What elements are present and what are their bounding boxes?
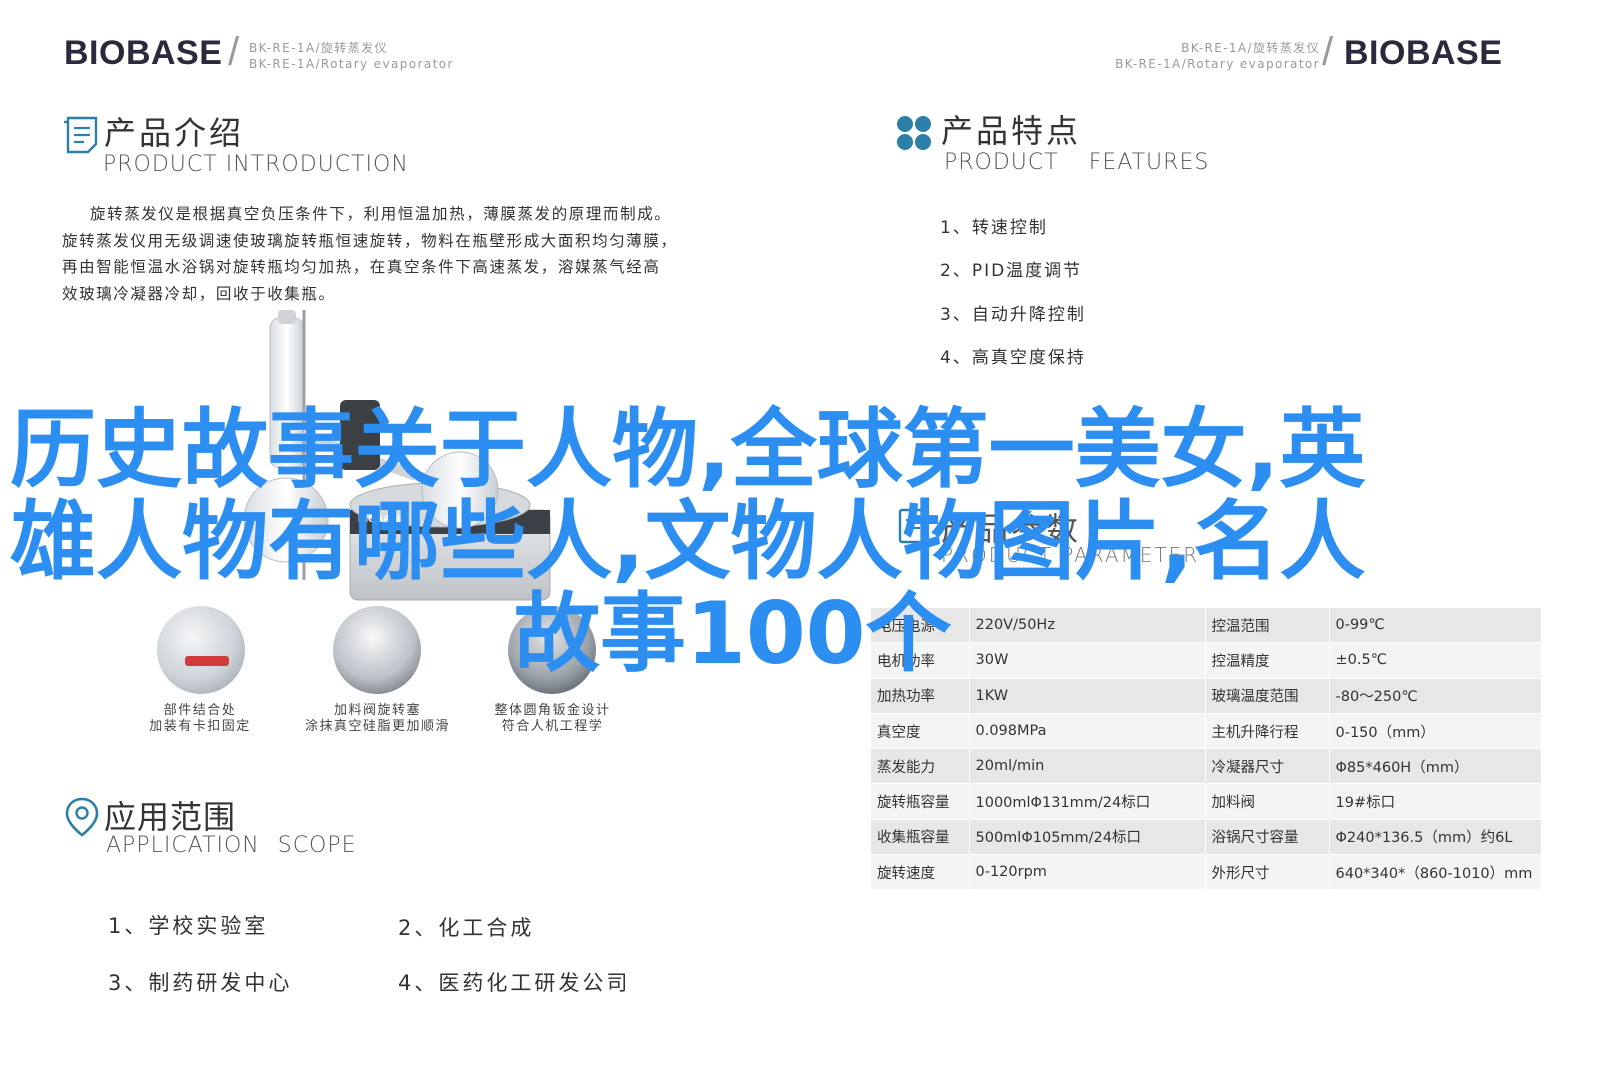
spec-value: 0-150（mm）: [1329, 713, 1541, 750]
location-pin-icon: [65, 797, 99, 837]
spec-label: 真空度: [871, 713, 970, 750]
table-row: 旋转瓶容量 1000mlΦ131mm/24标口 加料阀 19#标口: [871, 783, 1541, 820]
intro-title-en: PRODUCT INTRODUCTION: [103, 152, 409, 177]
spec-value: 500mlΦ105mm/24标口: [969, 819, 1206, 856]
intro-icon: [62, 114, 102, 154]
intro-line: 旋转蒸发仪是根据真空负压条件下，利用恒温加热，薄膜蒸发的原理而制成。: [90, 205, 672, 223]
scope-item: 3、制药研发中心: [108, 971, 293, 995]
table-row: 收集瓶容量 500mlΦ105mm/24标口 浴锅尺寸容量 Φ240*136.5…: [871, 819, 1541, 856]
scope-item: 1、学校实验室: [108, 914, 269, 938]
intro-text: 旋转蒸发仪是根据真空负压条件下，利用恒温加热，薄膜蒸发的原理而制成。 旋转蒸发仪…: [62, 201, 802, 307]
spec-value: Φ85*460H（mm）: [1329, 748, 1541, 785]
spec-value: 640*340*（860-1010）mm: [1329, 854, 1541, 891]
spec-label: 主机升降行程: [1205, 713, 1330, 750]
spec-label: 蒸发能力: [871, 748, 970, 785]
brand-slash-left: /: [228, 30, 240, 74]
scope-icon: [64, 796, 100, 838]
feature-item: 4、高真空度保持: [940, 348, 1086, 368]
features-title-en: PRODUCT FEATURES: [944, 150, 1210, 175]
spec-label: 浴锅尺寸容量: [1205, 819, 1330, 856]
feature-item: 1、转速控制: [940, 218, 1048, 238]
spec-label: 外形尺寸: [1205, 854, 1330, 891]
spec-value: 19#标口: [1329, 783, 1541, 820]
scope-title-en: APPLICATION SCOPE: [106, 833, 357, 858]
features-title-cn: 产品特点: [941, 112, 1082, 150]
header-left: BIOBASE / BK-RE-1A/旋转蒸发仪 BK-RE-1A/Rotary…: [64, 30, 494, 74]
headline-line-1: 历史故事关于人物,全球第一美女,英: [10, 400, 1366, 500]
detail-caption: 加料阀旋转塞 涂抹真空硅脂更加顺滑: [304, 703, 450, 734]
document-icon: [64, 116, 98, 154]
scope-title-cn: 应用范围: [104, 798, 237, 836]
intro-title-cn: 产品介绍: [104, 114, 245, 152]
feature-item: 2、PID温度调节: [940, 261, 1083, 281]
spec-label: 旋转瓶容量: [871, 783, 970, 820]
table-row: 旋转速度 0-120rpm 外形尺寸 640*340*（860-1010）mm: [871, 854, 1541, 891]
detail-caption: 整体圆角钣金设计 符合人机工程学: [494, 703, 611, 734]
table-row: 加热功率 1KW 玻璃温度范围 -80～250℃: [871, 678, 1541, 714]
intro-line: 效玻璃冷凝器冷却，回收于收集瓶。: [62, 284, 336, 303]
brand-slash-right: /: [1322, 30, 1334, 74]
intro-line: 再由智能恒温水浴锅对旋转瓶均匀加热，在真空条件下高速蒸发，溶媒蒸气经高: [62, 258, 661, 276]
feature-item: 3、自动升降控制: [940, 305, 1086, 325]
model-label-left: BK-RE-1A/旋转蒸发仪 BK-RE-1A/Rotary evaporato…: [249, 41, 454, 71]
scope-item: 4、医药化工研发公司: [398, 971, 631, 995]
table-row: 蒸发能力 20ml/min 冷凝器尺寸 Φ85*460H（mm）: [871, 748, 1541, 785]
brand-logo-left: BIOBASE: [64, 34, 223, 72]
spec-label: 收集瓶容量: [871, 819, 970, 856]
spec-value: 20ml/min: [969, 748, 1206, 785]
spec-value: 1KW: [969, 678, 1206, 714]
model-label-right: BK-RE-1A/旋转蒸发仪 BK-RE-1A/Rotary evaporato…: [1115, 41, 1320, 71]
spec-label: 旋转速度: [871, 854, 970, 891]
header-right: BK-RE-1A/旋转蒸发仪 BK-RE-1A/Rotary evaporato…: [1090, 30, 1510, 74]
fan-icon: [897, 116, 931, 150]
headline-line-2: 雄人物有哪些人,文物人物图片,名人: [10, 492, 1366, 592]
detail-caption: 部件结合处 加装有卡扣固定: [149, 703, 251, 734]
spec-value: -80～250℃: [1329, 678, 1541, 714]
spec-value: 0.098MPa: [969, 713, 1206, 750]
features-icon: [895, 114, 933, 152]
spec-label: 冷凝器尺寸: [1205, 748, 1330, 785]
scope-item: 2、化工合成: [398, 916, 535, 940]
intro-line: 旋转蒸发仪用无级调速使玻璃旋转瓶恒速旋转，物料在瓶壁形成大面积均匀薄膜，: [62, 231, 678, 250]
spec-value: Φ240*136.5（mm）约6L: [1329, 819, 1541, 856]
headline-line-3: 故事100个: [514, 584, 952, 684]
spec-label: 玻璃温度范围: [1205, 678, 1330, 714]
overlay-headline: 历史故事关于人物,全球第一美女,英 雄人物有哪些人,文物人物图片,名人 故事10…: [0, 404, 1540, 680]
spec-value: 1000mlΦ131mm/24标口: [969, 783, 1206, 820]
table-row: 真空度 0.098MPa 主机升降行程 0-150（mm）: [871, 713, 1541, 750]
spec-label: 加料阀: [1205, 783, 1330, 820]
spec-value: 0-120rpm: [969, 854, 1206, 891]
brand-logo-right: BIOBASE: [1344, 34, 1503, 72]
